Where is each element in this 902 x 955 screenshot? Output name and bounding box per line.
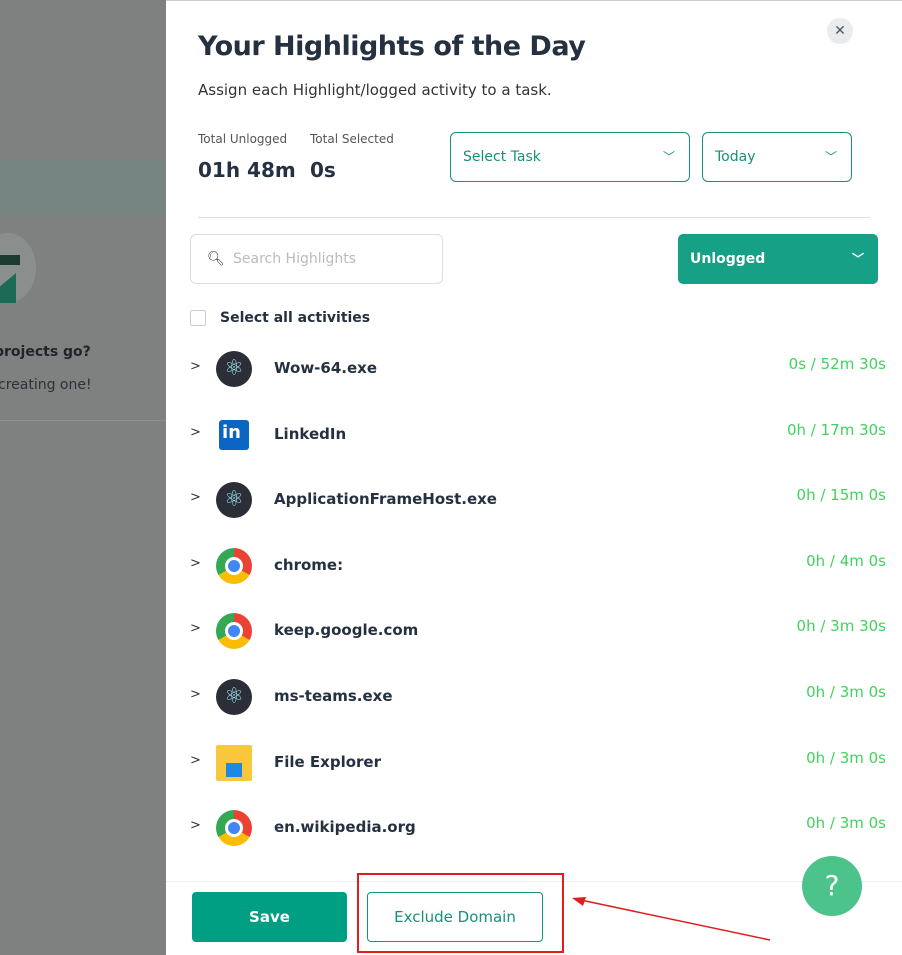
expand-chevron-icon[interactable]: > <box>190 818 201 833</box>
activity-name: ms-teams.exe <box>274 687 393 705</box>
expand-chevron-icon[interactable]: > <box>190 359 201 374</box>
activity-time: 0h / 17m 30s <box>786 420 886 439</box>
linkedin-icon <box>219 419 249 450</box>
date-label: Today <box>715 149 756 165</box>
activity-row[interactable]: > File Explorer 0h / 3m 0s <box>190 743 886 783</box>
stat-label: Total Selected <box>310 132 394 146</box>
activity-row[interactable]: > ms-teams.exe 0h / 3m 0s <box>190 677 886 717</box>
select-all-checkbox[interactable] <box>190 310 206 326</box>
activity-name: chrome: <box>274 555 344 574</box>
highlights-panel: ✕ Your Highlights of the Day Assign each… <box>166 0 902 955</box>
filter-label: Unlogged <box>690 251 766 267</box>
close-icon: ✕ <box>834 23 846 39</box>
search-input[interactable]: 🔍︎ Search Highlights <box>190 234 443 284</box>
chrome-icon <box>216 547 252 584</box>
background-header-band <box>0 160 166 214</box>
empty-state-text: creating one! <box>0 377 92 393</box>
chevron-down-icon: ﹀ <box>662 150 675 164</box>
status-filter-dropdown[interactable]: Unlogged ﹀ <box>678 234 878 284</box>
chrome-icon <box>216 810 252 847</box>
electron-icon <box>216 351 252 387</box>
stat-total-unlogged: Total Unlogged 01h 48m <box>198 132 296 182</box>
panel-subtitle: Assign each Highlight/logged activity to… <box>198 81 552 99</box>
background-page: projects go? creating one! <box>0 0 166 955</box>
activity-row[interactable]: > ApplicationFrameHost.exe 0h / 15m 0s <box>190 480 886 520</box>
select-all-label: Select all activities <box>220 310 371 326</box>
activity-row[interactable]: > LinkedIn 0h / 17m 30s <box>190 415 886 455</box>
select-task-dropdown[interactable]: Select Task ﹀ <box>450 132 690 182</box>
expand-chevron-icon[interactable]: > <box>190 687 201 702</box>
electron-icon <box>216 679 252 715</box>
chrome-icon <box>216 613 252 650</box>
activity-time: 0h / 4m 0s <box>806 551 886 570</box>
activity-name: keep.google.com <box>274 621 419 640</box>
activity-name: LinkedIn <box>274 424 347 443</box>
activity-row[interactable]: > en.wikipedia.org 0h / 3m 0s <box>190 808 886 848</box>
activity-name: ApplicationFrameHost.exe <box>274 490 497 509</box>
save-button[interactable]: Save <box>192 892 347 942</box>
empty-state-heading: projects go? <box>0 344 91 360</box>
close-button[interactable]: ✕ <box>827 18 853 44</box>
select-task-label: Select Task <box>463 149 541 165</box>
electron-icon <box>216 482 252 519</box>
stat-value: 01h 48m <box>198 158 296 182</box>
annotation-arrow <box>572 897 771 941</box>
search-placeholder: Search Highlights <box>233 251 357 267</box>
search-icon: 🔍︎ <box>207 251 225 267</box>
expand-chevron-icon[interactable]: > <box>190 556 201 571</box>
activity-row[interactable]: > keep.google.com 0h / 3m 30s <box>190 611 886 651</box>
stat-value: 0s <box>310 158 336 182</box>
help-button[interactable]: ? <box>802 856 862 916</box>
select-all-row[interactable]: Select all activities <box>190 310 370 326</box>
chevron-down-icon: ﹀ <box>824 150 837 164</box>
annotation-highlight-box <box>357 873 564 953</box>
panel-title: Your Highlights of the Day <box>198 31 586 62</box>
date-dropdown[interactable]: Today ﹀ <box>702 132 852 182</box>
activity-time: 0h / 3m 0s <box>806 683 886 701</box>
expand-chevron-icon[interactable]: > <box>190 621 201 636</box>
stat-label: Total Unlogged <box>198 132 288 146</box>
divider <box>198 217 870 218</box>
activity-time: 0h / 3m 30s <box>796 617 886 636</box>
stat-total-selected: Total Selected 0s <box>310 132 394 182</box>
expand-chevron-icon[interactable]: > <box>190 490 201 505</box>
empty-state-illustration <box>0 233 36 303</box>
expand-chevron-icon[interactable]: > <box>190 425 201 440</box>
chevron-down-icon: ﹀ <box>851 252 864 266</box>
expand-chevron-icon[interactable]: > <box>190 753 201 768</box>
file-explorer-icon <box>216 744 252 781</box>
activity-row[interactable]: > chrome: 0h / 4m 0s <box>190 546 886 586</box>
activity-name: Wow-64.exe <box>274 359 377 377</box>
divider <box>0 420 166 421</box>
activity-row[interactable]: > Wow-64.exe 0s / 52m 30s <box>190 349 886 389</box>
activity-time: 0h / 3m 0s <box>806 748 886 767</box>
activity-time: 0h / 3m 0s <box>806 814 886 833</box>
activity-name: File Explorer <box>274 752 381 771</box>
activity-time: 0h / 15m 0s <box>796 486 886 505</box>
activity-time: 0s / 52m 30s <box>788 355 886 373</box>
activity-name: en.wikipedia.org <box>274 818 416 837</box>
